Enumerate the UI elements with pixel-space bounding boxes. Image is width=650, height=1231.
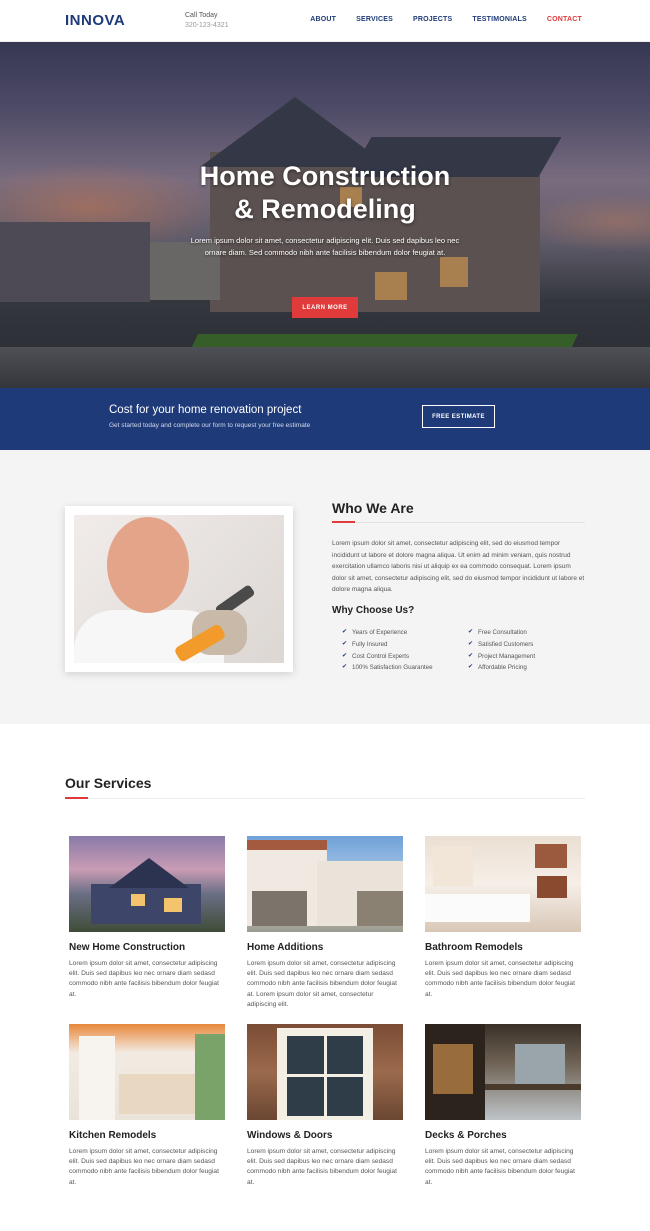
title-accent-line [332, 521, 355, 523]
check-icon: ✔ [468, 652, 474, 659]
service-image[interactable] [69, 1024, 225, 1120]
hero-description: Lorem ipsum dolor sit amet, consectetur … [190, 236, 460, 257]
service-description: Lorem ipsum dolor sit amet, consectetur … [425, 1148, 575, 1186]
learn-more-button[interactable]: LEARN MORE [292, 297, 358, 318]
estimate-band-title: Cost for your home renovation project [109, 404, 302, 416]
service-card-decks-porches[interactable]: Decks & Porches Lorem ipsum dolor sit am… [425, 1024, 581, 1188]
who-we-are-section: Who We Are Lorem ipsum dolor sit amet, c… [0, 450, 650, 724]
check-icon: ✔ [468, 629, 474, 635]
title-accent-line [65, 797, 88, 799]
benefit-item: ✔ Project Management [468, 651, 535, 663]
hero-title: Home Construction & Remodeling [0, 160, 650, 226]
service-card-new-home[interactable]: New Home Construction Lorem ipsum dolor … [69, 836, 225, 1000]
section-divider [332, 522, 585, 523]
check-icon: ✔ [468, 664, 474, 671]
benefits-list-left: ✔ Years of Experience ✔ Fully Insured ✔ Cos… [342, 627, 433, 674]
benefit-item: ✔ Cost Control Experts [342, 651, 433, 663]
check-icon: ✔ [342, 664, 348, 671]
check-icon: ✔ [342, 652, 348, 659]
nav-about[interactable]: ABOUT [310, 16, 336, 23]
call-label: Call Today [185, 12, 218, 19]
worker-photo [74, 515, 284, 663]
service-description: Lorem ipsum dolor sit amet, consectetur … [247, 960, 397, 1008]
call-number[interactable]: 320-123-4321 [185, 21, 229, 31]
service-image[interactable] [425, 836, 581, 932]
service-title[interactable]: Decks & Porches [425, 1130, 581, 1141]
hero-title-line-1: Home Construction [199, 161, 451, 191]
service-card-home-additions[interactable]: Home Additions Lorem ipsum dolor sit ame… [247, 836, 403, 1010]
benefit-item: ✔ Free Consultation [468, 627, 535, 639]
benefit-item: ✔ Satisfied Customers [468, 639, 535, 651]
section-divider [65, 798, 585, 799]
check-icon: ✔ [342, 629, 348, 635]
service-title[interactable]: Windows & Doors [247, 1130, 403, 1141]
why-choose-us-title: Why Choose Us? [332, 605, 415, 616]
who-we-are-title: Who We Are [332, 500, 414, 516]
estimate-band: Cost for your home renovation project Ge… [0, 388, 650, 450]
service-description: Lorem ipsum dolor sit amet, consectetur … [69, 960, 219, 998]
free-estimate-button[interactable]: FREE ESTIMATE [422, 405, 495, 428]
benefit-item: ✔ Years of Experience [342, 627, 433, 639]
site-header: INNOVA Call Today 320-123-4321 ABOUT SER… [0, 0, 650, 42]
service-image[interactable] [425, 1024, 581, 1120]
site-logo[interactable]: INNOVA [65, 12, 125, 29]
hero-title-line-2: & Remodeling [234, 194, 416, 224]
nav-testimonials[interactable]: TESTIMONIALS [472, 16, 527, 23]
benefit-item: ✔ 100% Satisfaction Guarantee [342, 662, 433, 674]
benefit-item: ✔ Affordable Pricing [468, 662, 535, 674]
service-card-windows-doors[interactable]: Windows & Doors Lorem ipsum dolor sit am… [247, 1024, 403, 1188]
check-icon: ✔ [342, 640, 348, 647]
service-card-bathroom[interactable]: Bathroom Remodels Lorem ipsum dolor sit … [425, 836, 581, 1000]
call-info: Call Today 320-123-4321 [185, 11, 229, 31]
service-image[interactable] [247, 836, 403, 932]
worker-photo-frame [65, 506, 293, 672]
main-nav: ABOUT SERVICES PROJECTS TESTIMONIALS CON… [310, 16, 582, 23]
hero-section: Home Construction & Remodeling Lorem ips… [0, 42, 650, 388]
service-description: Lorem ipsum dolor sit amet, consectetur … [247, 1148, 397, 1186]
estimate-band-subtitle: Get started today and complete our form … [109, 422, 311, 429]
who-we-are-text: Lorem ipsum dolor sit amet, consectetur … [332, 540, 585, 593]
service-title[interactable]: New Home Construction [69, 942, 225, 953]
nav-contact[interactable]: CONTACT [547, 16, 582, 23]
service-description: Lorem ipsum dolor sit amet, consectetur … [69, 1148, 219, 1186]
service-title[interactable]: Bathroom Remodels [425, 942, 581, 953]
check-icon: ✔ [468, 640, 474, 647]
service-image[interactable] [247, 1024, 403, 1120]
nav-services[interactable]: SERVICES [356, 16, 393, 23]
our-services-title: Our Services [65, 775, 152, 791]
benefits-list-right: ✔ Free Consultation ✔ Satisfied Customers … [468, 627, 535, 674]
photo-face [107, 517, 189, 613]
nav-projects[interactable]: PROJECTS [413, 16, 452, 23]
service-card-kitchen[interactable]: Kitchen Remodels Lorem ipsum dolor sit a… [69, 1024, 225, 1188]
service-title[interactable]: Home Additions [247, 942, 403, 953]
service-image[interactable] [69, 836, 225, 932]
service-title[interactable]: Kitchen Remodels [69, 1130, 225, 1141]
service-description: Lorem ipsum dolor sit amet, consectetur … [425, 960, 575, 998]
benefit-item: ✔ Fully Insured [342, 639, 433, 651]
